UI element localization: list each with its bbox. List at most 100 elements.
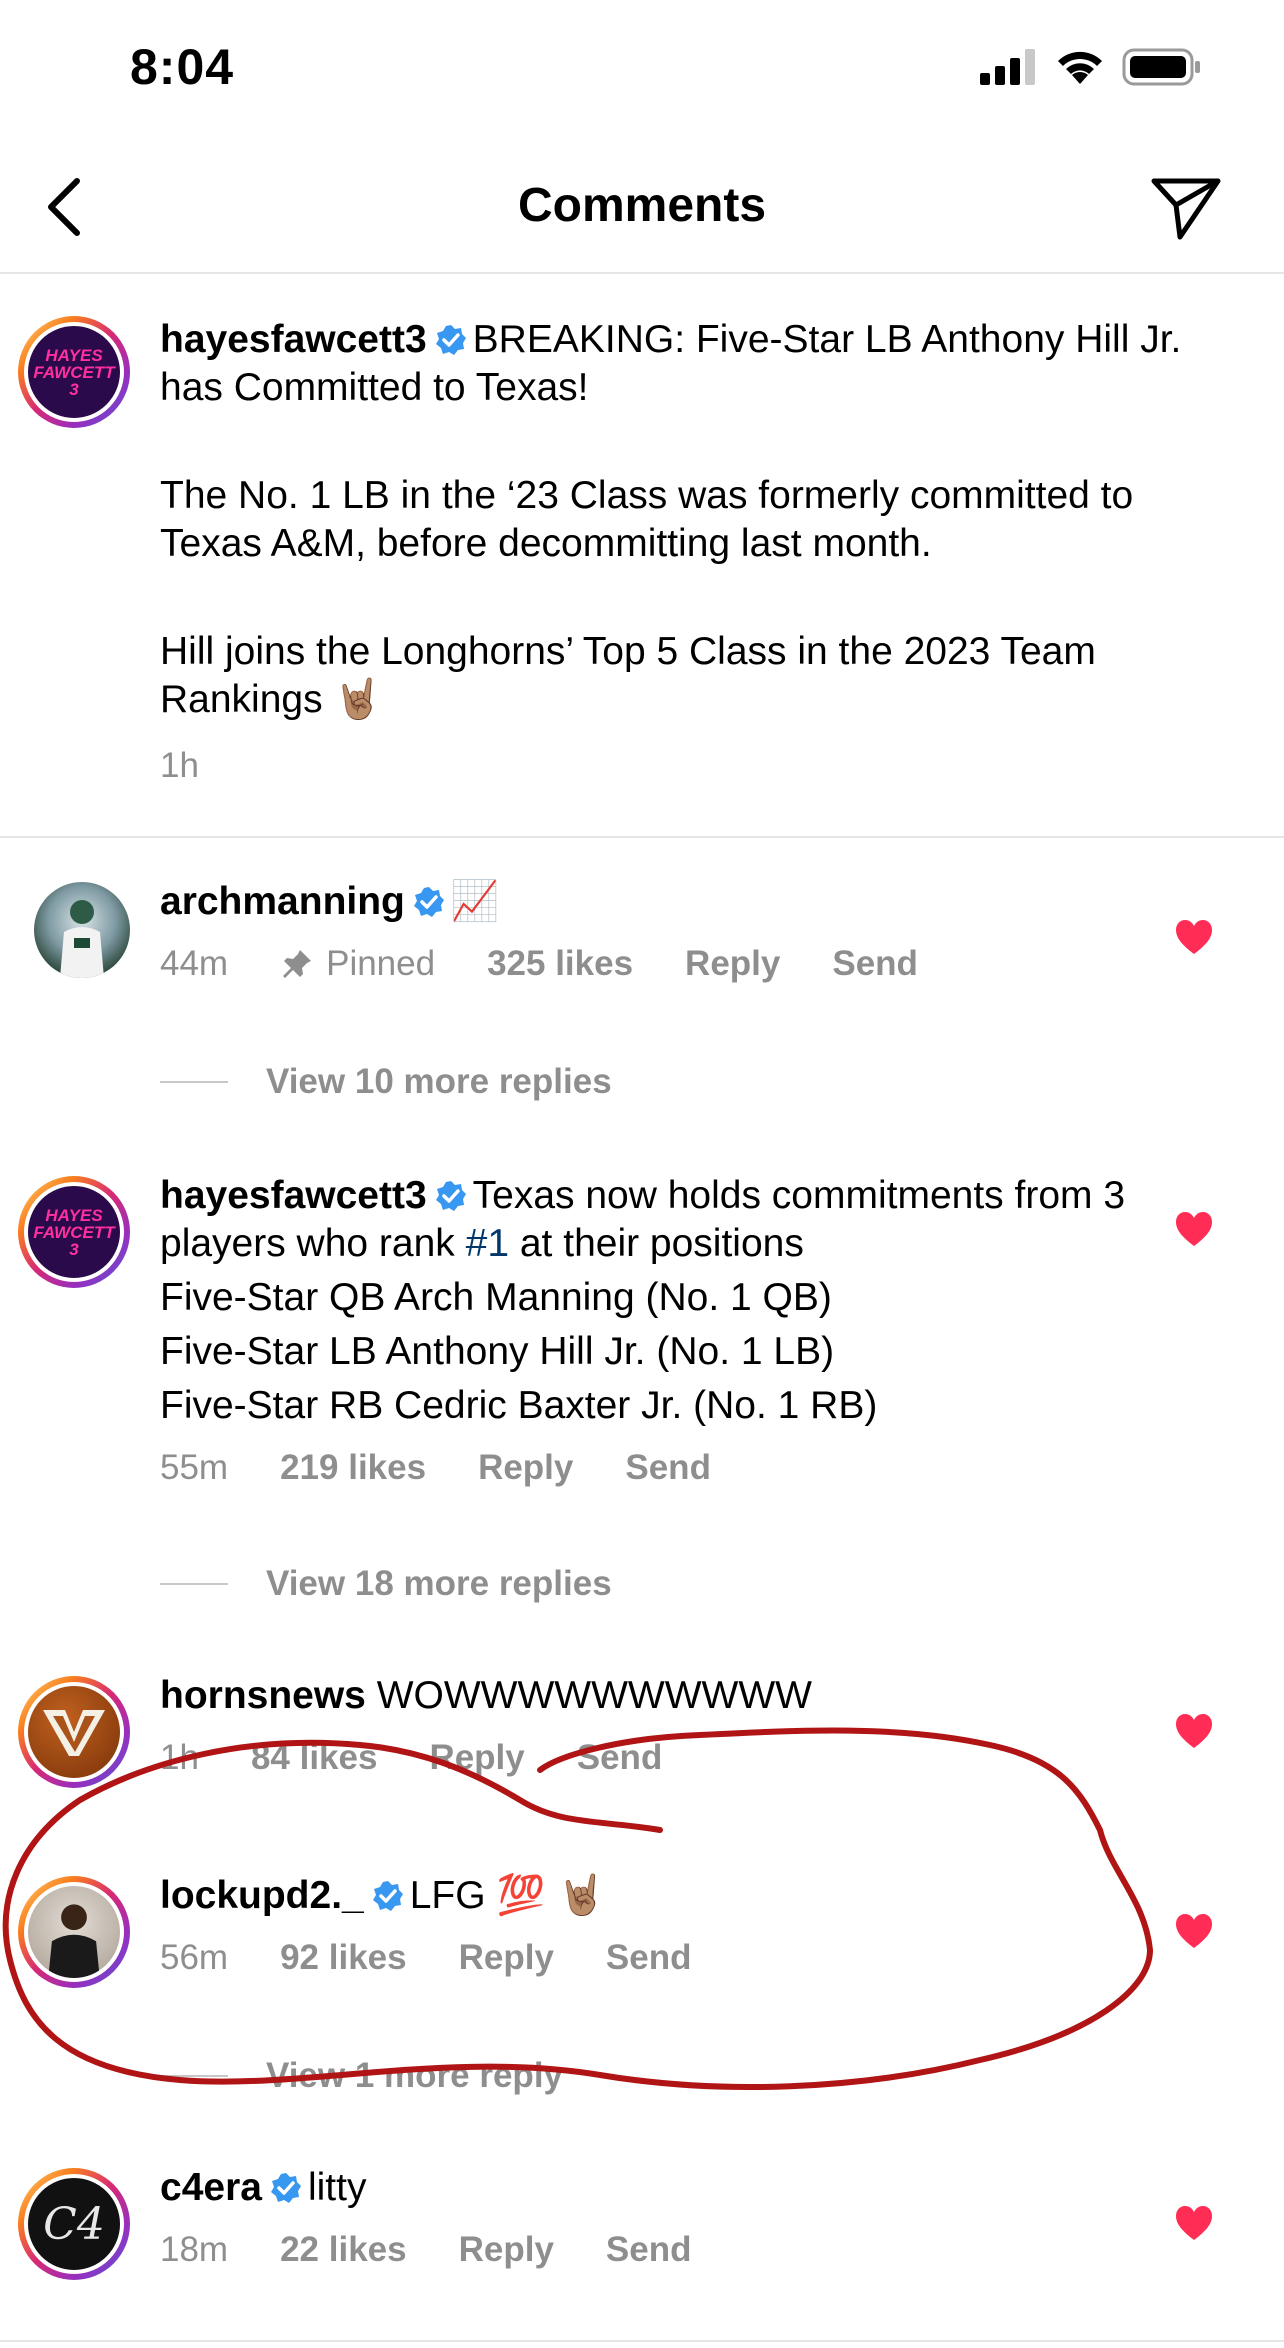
- comment-text-cont: at their positions: [509, 1222, 804, 1265]
- avatar-image: C4: [24, 2174, 124, 2274]
- caption-line3: Hill joins the Longhorns’ Top 5 Class in…: [160, 628, 1200, 724]
- avatar-archmanning[interactable]: [34, 882, 130, 978]
- view-replies-label: View 10 more replies: [266, 1062, 612, 1101]
- comment-meta: 1h 84 likes Reply Send: [160, 1738, 1200, 1778]
- likes-count[interactable]: 84 likes: [251, 1738, 378, 1778]
- comment-body: hayesfawcett3 Texas now holds commitments…: [160, 1172, 1200, 1268]
- avatar-lockupd2[interactable]: [18, 1876, 130, 1988]
- reply-button[interactable]: Reply: [459, 1938, 554, 1978]
- caption-text-2: The No. 1 LB in the ‘23 Class was former…: [160, 474, 1134, 565]
- verified-icon: [435, 325, 466, 355]
- replies-divider: [160, 2075, 228, 2077]
- avatar-hornsnews[interactable]: [18, 1676, 130, 1788]
- pin-icon: [283, 950, 312, 978]
- share-button[interactable]: [1148, 170, 1224, 246]
- hundred-emoji: 💯 🤘🏽: [496, 1873, 606, 1918]
- comment-body: hornsnews WOWWWWWWWWWW: [160, 1672, 1200, 1720]
- comment-username[interactable]: hayesfawcett3: [160, 1174, 427, 1217]
- view-replies-label: View 1 more reply: [266, 2056, 564, 2095]
- replies-divider: [160, 1583, 228, 1585]
- comment-hornsnews: hornsnews WOWWWWWWWWWW 1h 84 likes Reply…: [160, 1672, 1200, 1778]
- page-title: Comments: [517, 179, 767, 232]
- likes-count[interactable]: 22 likes: [280, 2230, 407, 2270]
- send-button[interactable]: Send: [606, 1938, 692, 1978]
- heart-icon[interactable]: [1174, 1712, 1214, 1752]
- wifi-icon: [1058, 51, 1102, 84]
- pinned-label: Pinned: [326, 944, 436, 983]
- chart-emoji: 📈: [450, 879, 500, 924]
- avatar-hayesfawcett3-caption[interactable]: HAYES FAWCETT 3: [18, 316, 130, 428]
- comment-body: archmanning 📈: [160, 878, 1200, 926]
- signal-icon: [980, 49, 1035, 85]
- pinned-indicator: Pinned: [280, 944, 435, 984]
- likes-count[interactable]: 92 likes: [280, 1938, 407, 1978]
- rock-hand-emoji: 🤘🏽: [333, 677, 382, 722]
- comment-username[interactable]: c4era: [160, 2166, 262, 2209]
- likes-count[interactable]: 325 likes: [487, 944, 633, 984]
- view-more-replies[interactable]: View 10 more replies: [160, 1062, 612, 1102]
- bottom-divider: [0, 2340, 1284, 2342]
- reply-button[interactable]: Reply: [429, 1738, 524, 1778]
- caption-meta: 1h: [160, 746, 1200, 786]
- avatar-image: [24, 1882, 124, 1982]
- caption-line1: hayesfawcett3 BREAKING: Five-Star LB Anth…: [160, 316, 1200, 412]
- send-button[interactable]: Send: [606, 2230, 692, 2270]
- send-icon: [1151, 178, 1221, 240]
- comment-c4era: c4era litty 18m 22 likes Reply Send: [160, 2164, 1200, 2270]
- status-bar: 8:04: [0, 0, 1284, 140]
- view-more-replies[interactable]: View 18 more replies: [160, 1564, 612, 1604]
- comment-hayesfawcett3: hayesfawcett3 Texas now holds commitments…: [160, 1172, 1200, 1488]
- caption-username[interactable]: hayesfawcett3: [160, 318, 427, 361]
- reply-button[interactable]: Reply: [478, 1448, 573, 1488]
- comment-text: litty: [307, 2166, 367, 2209]
- comment-username[interactable]: lockupd2._: [160, 1874, 364, 1917]
- status-icons: [980, 48, 1202, 86]
- comment-line3: Five-Star LB Anthony Hill Jr. (No. 1 LB): [160, 1330, 835, 1373]
- caption: hayesfawcett3 BREAKING: Five-Star LB Anth…: [160, 316, 1200, 786]
- heart-icon[interactable]: [1174, 1210, 1214, 1250]
- comment-text: LFG: [409, 1874, 486, 1917]
- comment-line4: Five-Star RB Cedric Baxter Jr. (No. 1 RB…: [160, 1384, 878, 1427]
- replies-divider: [160, 1081, 228, 1083]
- comment-meta: 18m 22 likes Reply Send: [160, 2230, 1200, 2270]
- comment-time: 44m: [160, 944, 229, 983]
- avatar-hayesfawcett3[interactable]: HAYES FAWCETT 3: [18, 1176, 130, 1288]
- hashtag-link[interactable]: #1: [466, 1222, 509, 1265]
- avatar-c4era[interactable]: C4: [18, 2168, 130, 2280]
- reply-button[interactable]: Reply: [685, 944, 780, 984]
- send-button[interactable]: Send: [577, 1738, 663, 1778]
- comment-archmanning: archmanning 📈 44m Pinned 325 likes Reply …: [160, 878, 1200, 984]
- heart-icon[interactable]: [1174, 1912, 1214, 1952]
- comment-username[interactable]: hornsnews: [160, 1674, 366, 1717]
- comment-text: WOWWWWWWWWWW: [376, 1674, 812, 1717]
- likes-count[interactable]: 219 likes: [280, 1448, 426, 1488]
- verified-icon: [413, 887, 444, 917]
- comment-time: 18m: [160, 2230, 229, 2269]
- comment-line2: Five-Star QB Arch Manning (No. 1 QB): [160, 1276, 832, 1319]
- comment-time: 1h: [160, 1738, 199, 1777]
- comment-time: 56m: [160, 1938, 229, 1977]
- heart-icon[interactable]: [1174, 918, 1214, 958]
- verified-icon: [372, 1881, 403, 1911]
- comment-meta: 56m 92 likes Reply Send: [160, 1938, 1200, 1978]
- send-button[interactable]: Send: [832, 944, 918, 984]
- avatar-image: [24, 1682, 124, 1782]
- caption-text-3: Hill joins the Longhorns’ Top 5 Class in…: [160, 630, 1096, 721]
- avatar-image: [34, 882, 130, 978]
- hornsnews-logo-icon: [43, 1710, 105, 1756]
- view-replies-label: View 18 more replies: [266, 1564, 612, 1603]
- status-time: 8:04: [130, 39, 235, 95]
- comment-meta: 55m 219 likes Reply Send: [160, 1448, 1200, 1488]
- comment-body: lockupd2._ LFG 💯 🤘🏽: [160, 1872, 1200, 1920]
- heart-icon[interactable]: [1174, 2204, 1214, 2244]
- avatar-image: HAYES FAWCETT 3: [24, 1182, 124, 1282]
- verified-icon: [270, 2173, 301, 2203]
- divider: [0, 836, 1284, 838]
- view-more-replies[interactable]: View 1 more reply: [160, 2056, 563, 2096]
- comment-time: 55m: [160, 1448, 229, 1487]
- comment-username[interactable]: archmanning: [160, 880, 405, 923]
- send-button[interactable]: Send: [625, 1448, 711, 1488]
- comment-meta: 44m Pinned 325 likes Reply Send: [160, 944, 1200, 984]
- reply-button[interactable]: Reply: [459, 2230, 554, 2270]
- avatar-image: HAYES FAWCETT 3: [24, 322, 124, 422]
